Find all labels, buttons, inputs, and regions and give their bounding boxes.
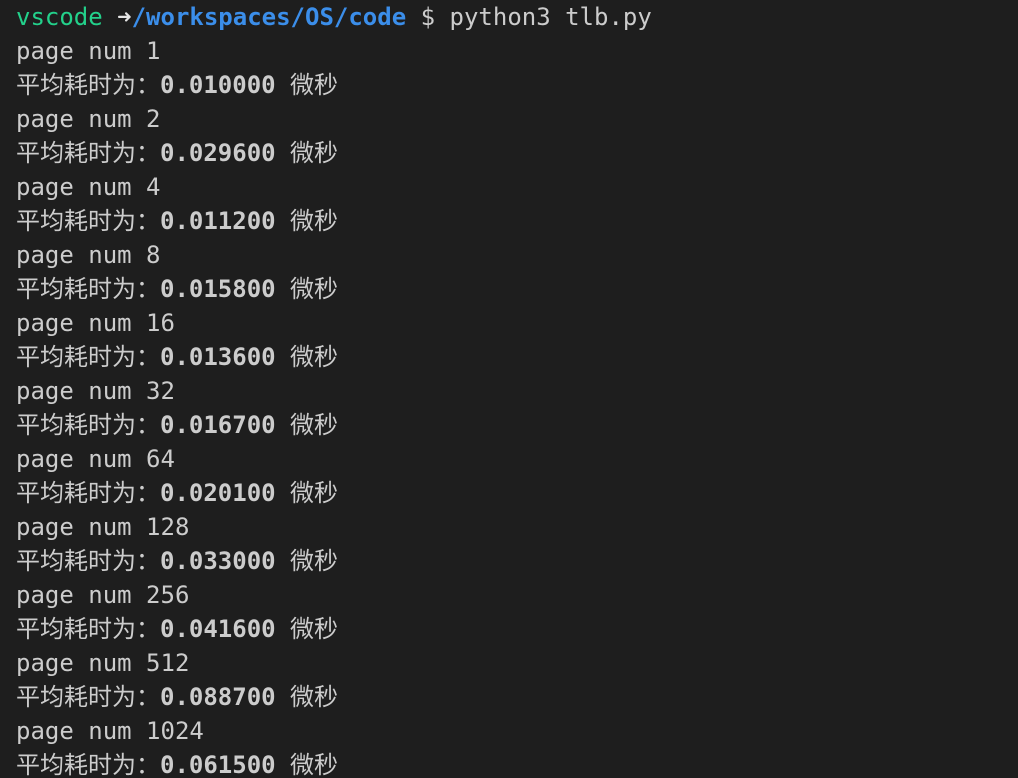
time-label: 平均耗时为： (16, 479, 160, 507)
time-label: 平均耗时为： (16, 411, 160, 439)
output-time-line: 平均耗时为：0.016700 微秒 (16, 408, 1018, 442)
time-label: 平均耗时为： (16, 343, 160, 371)
prompt-arrow-icon: ➜ (117, 3, 132, 31)
time-value: 0.016700 (160, 411, 276, 439)
output-page-line: page num 2 (16, 105, 161, 133)
time-value: 0.015800 (160, 275, 276, 303)
command-prompt-line: vscode ➜/workspaces/OS/code $ python3 tl… (16, 0, 1018, 34)
output-time-line: 平均耗时为：0.011200 微秒 (16, 204, 1018, 238)
time-label: 平均耗时为： (16, 139, 160, 167)
time-unit: 微秒 (290, 547, 339, 575)
terminal-panel[interactable]: vscode ➜/workspaces/OS/code $ python3 tl… (0, 0, 1018, 778)
output-time-line: 平均耗时为：0.010000 微秒 (16, 68, 1018, 102)
output-page-line: page num 1 (16, 37, 161, 65)
time-label: 平均耗时为： (16, 615, 160, 643)
time-label: 平均耗时为： (16, 275, 160, 303)
output-page-line: page num 64 (16, 445, 175, 473)
output-time-line: 平均耗时为：0.015800 微秒 (16, 272, 1018, 306)
output-page-line: page num 128 (16, 513, 190, 541)
time-value: 0.041600 (160, 615, 276, 643)
prompt-path: /workspaces/OS/code (131, 3, 407, 31)
time-value: 0.010000 (160, 71, 276, 99)
time-unit: 微秒 (290, 343, 339, 371)
prompt-user: vscode (16, 3, 103, 31)
time-label: 平均耗时为： (16, 683, 160, 711)
time-unit: 微秒 (290, 139, 339, 167)
prompt-symbol: $ (420, 3, 436, 31)
output-page-line: page num 256 (16, 581, 190, 609)
time-unit: 微秒 (290, 751, 339, 778)
time-value: 0.020100 (160, 479, 276, 507)
terminal-output: page num 1 平均耗时为：0.010000 微秒 page num 2 平均耗… (16, 34, 1018, 778)
time-unit: 微秒 (290, 207, 339, 235)
output-time-line: 平均耗时为：0.020100 微秒 (16, 476, 1018, 510)
time-label: 平均耗时为： (16, 751, 160, 778)
output-page-line: page num 32 (16, 377, 175, 405)
time-unit: 微秒 (290, 71, 339, 99)
time-label: 平均耗时为： (16, 71, 160, 99)
time-label: 平均耗时为： (16, 547, 160, 575)
time-label: 平均耗时为： (16, 207, 160, 235)
output-time-line: 平均耗时为：0.088700 微秒 (16, 680, 1018, 714)
output-time-line: 平均耗时为：0.013600 微秒 (16, 340, 1018, 374)
output-time-line: 平均耗时为：0.033000 微秒 (16, 544, 1018, 578)
command-text: python3 tlb.py (449, 3, 652, 31)
time-value: 0.013600 (160, 343, 276, 371)
time-value: 0.029600 (160, 139, 276, 167)
time-unit: 微秒 (290, 275, 339, 303)
time-unit: 微秒 (290, 683, 339, 711)
output-page-line: page num 16 (16, 309, 175, 337)
time-value: 0.061500 (160, 751, 276, 778)
time-unit: 微秒 (290, 411, 339, 439)
time-unit: 微秒 (290, 615, 339, 643)
time-value: 0.011200 (160, 207, 276, 235)
output-time-line: 平均耗时为：0.041600 微秒 (16, 612, 1018, 646)
output-time-line: 平均耗时为：0.061500 微秒 (16, 748, 1018, 778)
time-unit: 微秒 (290, 479, 339, 507)
time-value: 0.033000 (160, 547, 276, 575)
time-value: 0.088700 (160, 683, 276, 711)
output-page-line: page num 4 (16, 173, 161, 201)
output-page-line: page num 1024 (16, 717, 204, 745)
output-time-line: 平均耗时为：0.029600 微秒 (16, 136, 1018, 170)
output-page-line: page num 512 (16, 649, 190, 677)
output-page-line: page num 8 (16, 241, 161, 269)
